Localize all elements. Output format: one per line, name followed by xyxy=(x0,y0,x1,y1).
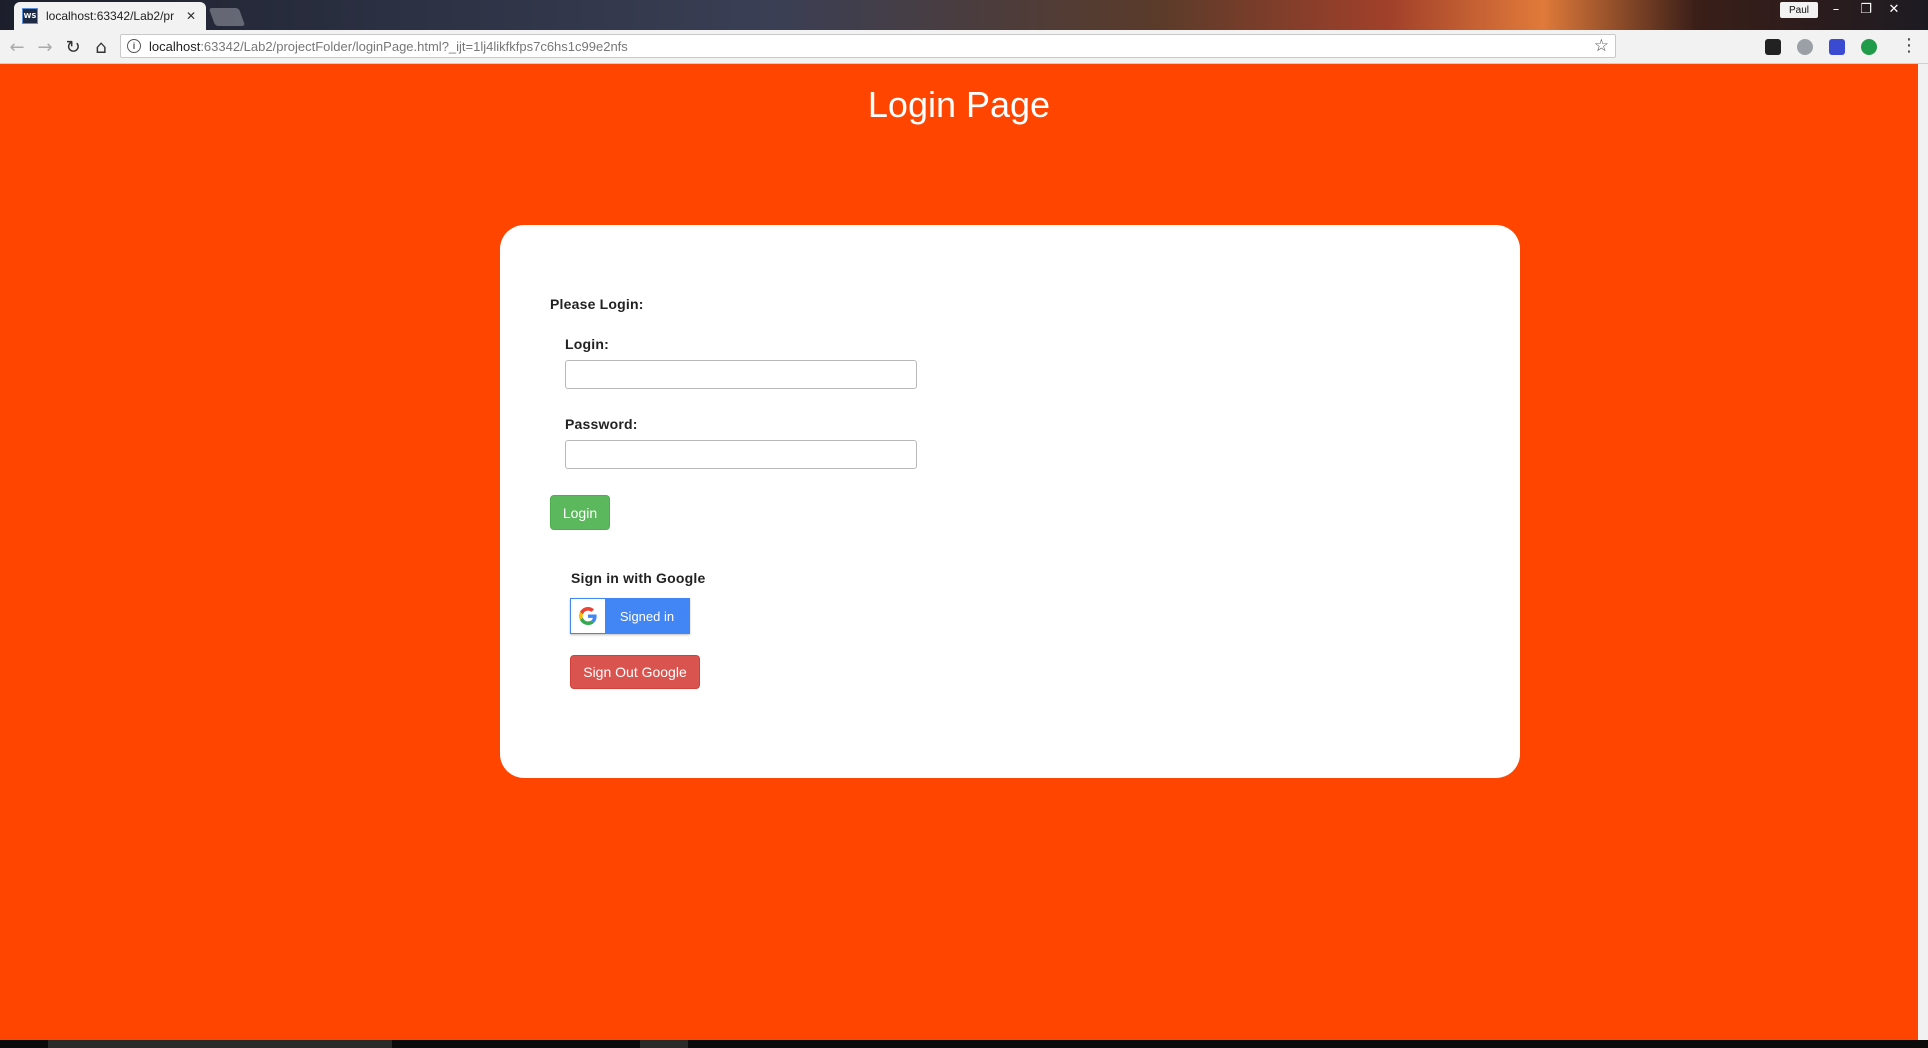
password-label: Password: xyxy=(565,416,638,432)
google-signin-heading: Sign in with Google xyxy=(571,570,706,586)
login-input[interactable] xyxy=(565,360,917,389)
reload-icon[interactable]: ↻ xyxy=(62,36,84,58)
back-arrow-icon[interactable]: ← xyxy=(6,36,28,58)
please-login-heading: Please Login: xyxy=(550,296,644,312)
google-logo-icon xyxy=(571,599,605,633)
bookmark-star-icon[interactable]: ☆ xyxy=(1594,36,1609,56)
webstorm-favicon-icon: WS xyxy=(22,8,38,24)
login-label: Login: xyxy=(565,336,609,352)
page-title: Login Page xyxy=(867,84,1051,125)
password-input[interactable] xyxy=(565,440,917,469)
forward-arrow-icon[interactable]: → xyxy=(34,36,56,58)
browser-toolbar: ← → ↻ ⌂ i localhost:63342/Lab2/projectFo… xyxy=(0,30,1928,64)
login-card: Please Login: Login: Password: Login Sig… xyxy=(500,225,1520,778)
new-tab-button[interactable] xyxy=(208,8,246,26)
extension-z-icon[interactable] xyxy=(1829,39,1845,55)
browser-tab[interactable]: WS localhost:63342/Lab2/pr ✕ xyxy=(14,2,206,30)
home-icon[interactable]: ⌂ xyxy=(90,36,112,58)
extension-icon[interactable] xyxy=(1765,39,1781,55)
sign-out-google-button[interactable]: Sign Out Google xyxy=(570,655,700,689)
url-host: localhost xyxy=(149,38,201,54)
browser-title-bar: WS localhost:63342/Lab2/pr ✕ Paul – ❐ ✕ xyxy=(0,0,1928,30)
window-close-icon[interactable]: ✕ xyxy=(1880,0,1908,18)
profile-button[interactable]: Paul xyxy=(1780,2,1818,18)
extension-green-icon[interactable] xyxy=(1861,39,1877,55)
google-signin-button[interactable]: Signed in xyxy=(570,598,690,634)
url-text: localhost:63342/Lab2/projectFolder/login… xyxy=(149,39,628,54)
taskbar-item[interactable] xyxy=(48,1040,392,1048)
page-scrollbar[interactable] xyxy=(1918,64,1928,1040)
google-signin-label: Signed in xyxy=(619,608,675,624)
tab-title: localhost:63342/Lab2/pr xyxy=(46,9,175,23)
minimize-icon[interactable]: – xyxy=(1822,0,1850,18)
address-bar[interactable]: i localhost:63342/Lab2/projectFolder/log… xyxy=(120,34,1616,58)
extension-shield-icon[interactable] xyxy=(1797,39,1813,55)
taskbar-item[interactable] xyxy=(640,1040,688,1048)
site-info-icon[interactable]: i xyxy=(127,39,141,53)
url-path: :63342/Lab2/projectFolder/loginPage.html… xyxy=(200,38,628,54)
browser-menu-icon[interactable]: ⋮ xyxy=(1900,35,1918,56)
restore-icon[interactable]: ❐ xyxy=(1852,0,1880,18)
tab-close-icon[interactable]: ✕ xyxy=(186,9,196,23)
login-button[interactable]: Login xyxy=(550,495,610,530)
